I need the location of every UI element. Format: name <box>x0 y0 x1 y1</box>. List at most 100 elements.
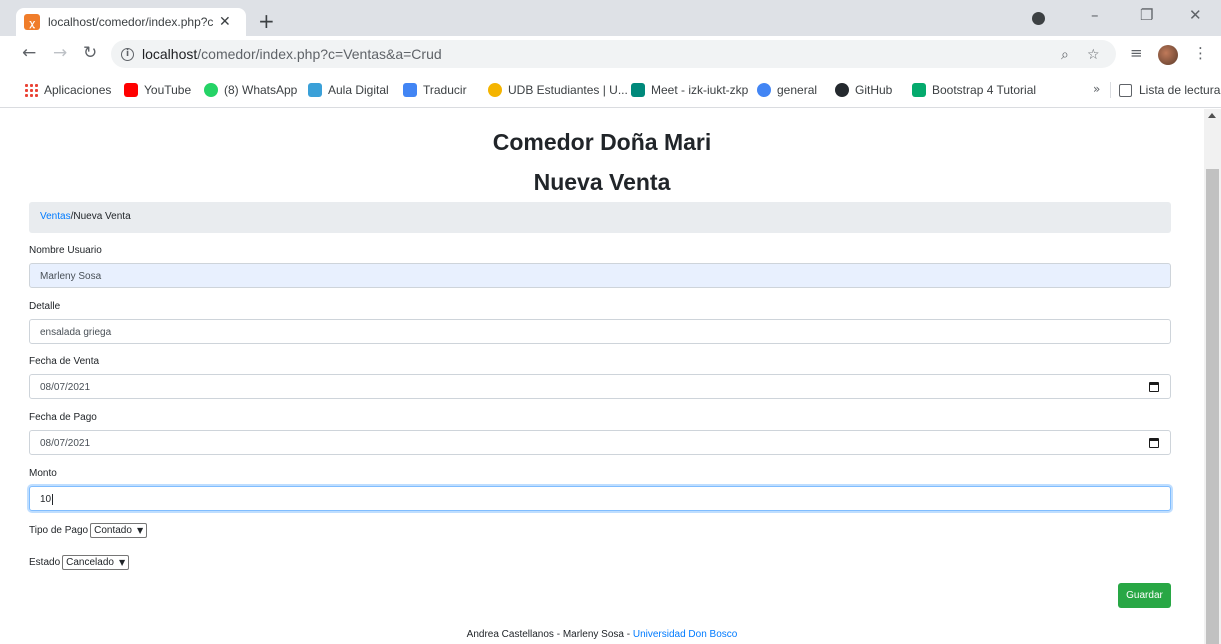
nombre-usuario-value: Marleny Sosa <box>40 271 102 282</box>
bookmark-aplicaciones[interactable]: Aplicaciones <box>24 83 111 97</box>
text-cursor <box>52 494 56 505</box>
nombre-usuario-label: Nombre Usuario <box>29 245 102 256</box>
bookmark-udb[interactable]: UDB Estudiantes | U... <box>488 83 628 97</box>
tipo-pago-value: Contado <box>94 525 132 536</box>
page-subtitle: Nueva Venta <box>533 169 671 195</box>
footer-authors: Andrea Castellanos - Marleny Sosa - <box>466 629 633 640</box>
bookmark-label: Aplicaciones <box>44 83 112 97</box>
bookmark-label: (8) WhatsApp <box>224 83 298 97</box>
media-control-icon[interactable] <box>1032 12 1045 25</box>
bookmark-meet[interactable]: Meet - izk-iukt-zkp <box>631 83 748 97</box>
bookmark-traducir[interactable]: Traducir <box>403 83 467 97</box>
tipo-pago-row: Tipo de Pago Contado ▼ <box>29 523 148 538</box>
browser-toolbar: ← → ↻ i localhost/comedor/index.php?c=Ve… <box>0 36 1221 72</box>
bookmarks-divider <box>1110 82 1111 98</box>
bookmark-general[interactable]: general <box>757 83 817 97</box>
site-info-icon[interactable]: i <box>121 47 134 61</box>
fecha-pago-label: Fecha de Pago <box>29 412 97 423</box>
browser-tab[interactable]: ꭓ localhost/comedor/index.php?c= ✕ <box>16 8 246 36</box>
bookmark-label: YouTube <box>144 83 192 97</box>
bookmark-youtube[interactable]: YouTube <box>124 83 191 97</box>
new-tab-icon[interactable]: + <box>258 9 275 33</box>
fecha-venta-label: Fecha de Venta <box>29 356 100 367</box>
estado-row: Estado Cancelado ▼ <box>29 555 130 570</box>
restore-icon[interactable]: ❐ <box>1140 6 1153 24</box>
fecha-venta-input[interactable]: 08/07/2021 <box>29 374 1171 399</box>
breadcrumb-current: /Nueva Venta <box>70 211 131 222</box>
bookmark-label: Aula Digital <box>328 83 389 97</box>
fecha-pago-value: 08/07/2021 <box>40 438 91 449</box>
reading-list-icon <box>1119 83 1132 97</box>
w3-icon <box>912 83 926 97</box>
url-path: /comedor/index.php?c=Ventas&a=Crud <box>197 46 442 62</box>
udb-icon <box>488 83 502 97</box>
bookmark-github[interactable]: GitHub <box>835 83 892 97</box>
reading-list-label: Lista de lectura <box>1139 83 1221 97</box>
footer: Andrea Castellanos - Marleny Sosa - Univ… <box>0 629 1204 640</box>
reading-mode-icon[interactable]: ≡ <box>1130 44 1143 62</box>
tipo-pago-select[interactable]: Contado ▼ <box>90 523 148 538</box>
menu-kebab-icon[interactable]: ⋮ <box>1193 44 1208 62</box>
reload-icon[interactable]: ↻ <box>83 43 97 63</box>
close-window-icon[interactable]: ✕ <box>1189 6 1202 24</box>
github-icon <box>835 83 849 97</box>
meet-icon <box>631 83 645 97</box>
more-bookmarks-icon[interactable]: » <box>1093 82 1100 96</box>
detalle-input[interactable]: ensalada griega <box>29 319 1171 344</box>
scrollbar-thumb[interactable] <box>1206 169 1219 644</box>
url-host: localhost <box>142 46 198 62</box>
bookmark-bootstrap[interactable]: Bootstrap 4 Tutorial <box>912 83 1036 97</box>
chevron-down-icon: ▼ <box>136 526 144 535</box>
address-bar[interactable]: i localhost/comedor/index.php?c=Ventas&a… <box>111 40 1116 68</box>
tab-strip: ꭓ localhost/comedor/index.php?c= ✕ + – ❐… <box>0 0 1221 36</box>
vertical-scrollbar[interactable] <box>1204 109 1221 644</box>
whatsapp-icon <box>204 83 218 97</box>
fecha-pago-input[interactable]: 08/07/2021 <box>29 430 1171 455</box>
close-tab-icon[interactable]: ✕ <box>219 14 231 30</box>
footer-university-link[interactable]: Universidad Don Bosco <box>633 629 738 640</box>
general-icon <box>757 83 771 97</box>
page-title: Comedor Doña Mari <box>492 129 712 155</box>
profile-avatar[interactable] <box>1158 45 1178 65</box>
detalle-value: ensalada griega <box>40 327 112 338</box>
page-viewport: Comedor Doña Mari Nueva Venta Ventas/Nue… <box>0 109 1204 644</box>
bookmark-label: Meet - izk-iukt-zkp <box>651 83 749 97</box>
bookmark-star-icon[interactable]: ☆ <box>1087 47 1100 63</box>
bookmark-aula-digital[interactable]: Aula Digital <box>308 83 389 97</box>
estado-label: Estado <box>29 557 61 568</box>
tipo-pago-label: Tipo de Pago <box>29 525 89 536</box>
back-icon[interactable]: ← <box>22 43 36 63</box>
zoom-icon[interactable]: ⌕ <box>1061 47 1069 63</box>
tab-title: localhost/comedor/index.php?c= <box>48 15 213 29</box>
bookmark-label: UDB Estudiantes | U... <box>508 83 628 97</box>
url-text: localhost/comedor/index.php?c=Ventas&a=C… <box>142 46 442 62</box>
breadcrumb-link-ventas[interactable]: Ventas <box>40 211 71 222</box>
guardar-button[interactable]: Guardar <box>1118 583 1171 608</box>
monto-input[interactable]: 10 <box>29 486 1171 511</box>
monto-label: Monto <box>29 468 57 479</box>
reading-list-button[interactable]: Lista de lectura <box>1119 83 1220 97</box>
monto-value: 10 <box>40 494 52 505</box>
bookmark-label: Traducir <box>423 83 467 97</box>
bookmarks-bar: Aplicaciones YouTube (8) WhatsApp Aula D… <box>0 72 1221 108</box>
translate-icon <box>403 83 417 97</box>
forward-icon[interactable]: → <box>53 43 67 63</box>
fecha-venta-value: 08/07/2021 <box>40 382 91 393</box>
estado-select[interactable]: Cancelado ▼ <box>62 555 130 570</box>
breadcrumb: Ventas/Nueva Venta <box>29 202 1171 233</box>
calendar-icon[interactable] <box>1149 382 1159 392</box>
nombre-usuario-input[interactable]: Marleny Sosa <box>29 263 1171 288</box>
minimize-icon[interactable]: – <box>1091 6 1099 24</box>
bookmark-whatsapp[interactable]: (8) WhatsApp <box>204 83 297 97</box>
calendar-icon[interactable] <box>1149 438 1159 448</box>
bookmark-label: Bootstrap 4 Tutorial <box>932 83 1037 97</box>
apps-grid-icon <box>24 83 38 97</box>
bookmark-label: general <box>777 83 818 97</box>
youtube-icon <box>124 83 138 97</box>
detalle-label: Detalle <box>29 301 61 312</box>
scroll-up-icon[interactable] <box>1208 113 1216 118</box>
estado-value: Cancelado <box>66 557 114 568</box>
xampp-favicon-icon: ꭓ <box>24 14 40 30</box>
chevron-down-icon: ▼ <box>118 558 126 567</box>
aula-digital-icon <box>308 83 322 97</box>
